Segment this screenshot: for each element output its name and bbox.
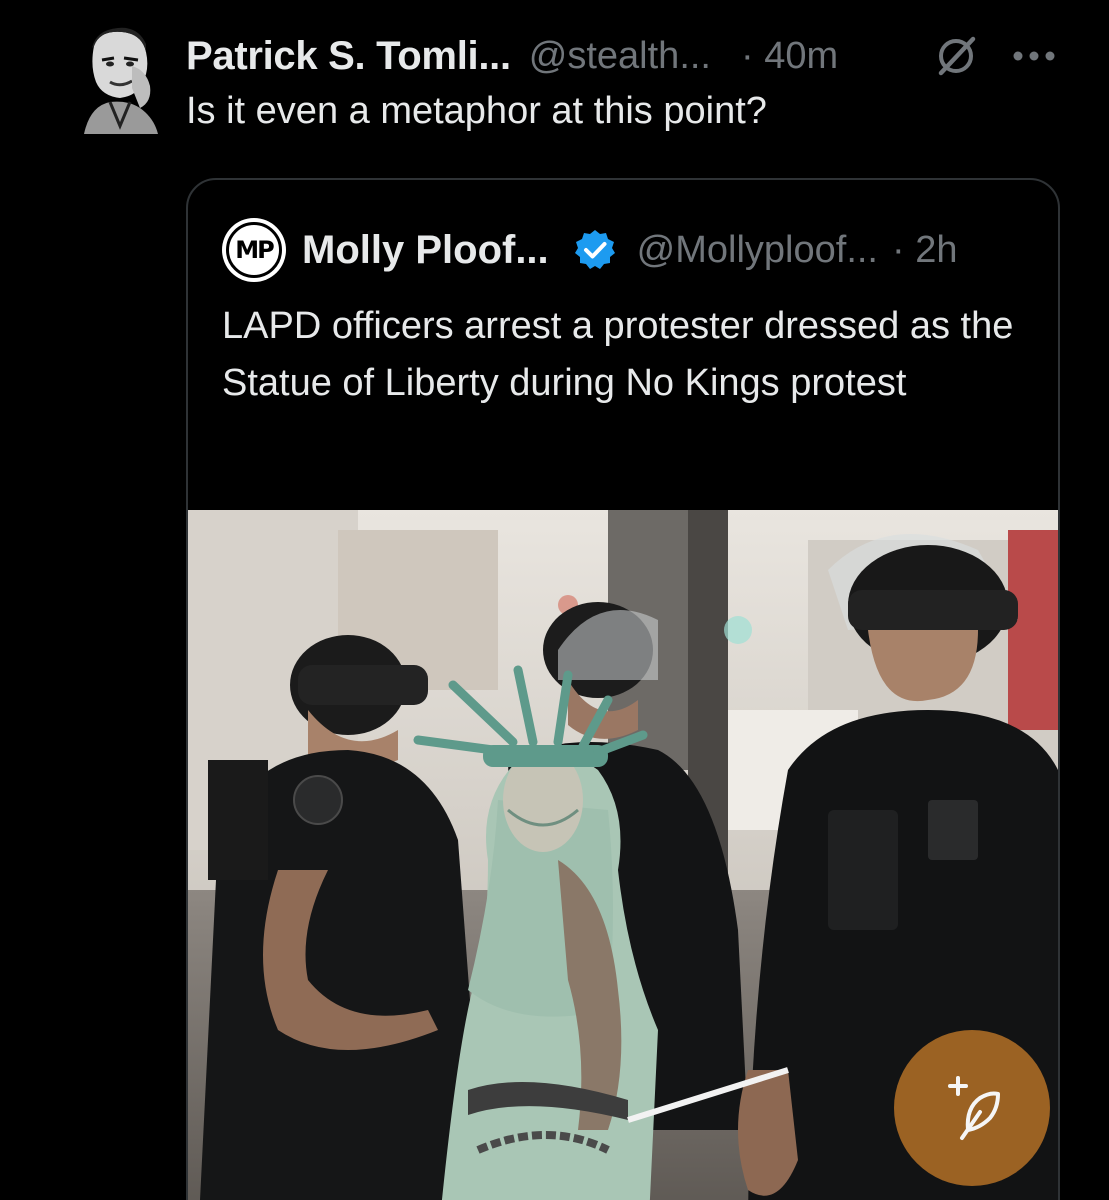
post[interactable]: Patrick S. Tomli... @stealth... · 40m Is…: [0, 0, 1109, 1200]
author-avatar[interactable]: [80, 26, 158, 134]
quoted-avatar-initials: MP: [226, 222, 282, 278]
quoted-author-avatar[interactable]: MP: [222, 218, 286, 282]
author-handle[interactable]: @stealth...: [529, 35, 711, 78]
quoted-author-name[interactable]: Molly Ploof...: [302, 228, 549, 273]
post-header: Patrick S. Tomli... @stealth... · 40m: [186, 26, 838, 86]
quoted-post-text: LAPD officers arrest a protester dressed…: [222, 305, 1014, 404]
verified-badge-icon: [574, 230, 615, 269]
grok-icon[interactable]: [930, 30, 982, 82]
compose-feather-icon: [948, 1076, 1000, 1140]
quoted-author-handle[interactable]: @Mollyploof...: [637, 229, 878, 272]
author-name[interactable]: Patrick S. Tomli...: [186, 34, 511, 79]
post-timestamp[interactable]: · 40m: [741, 35, 838, 78]
more-options-icon[interactable]: [1008, 30, 1060, 82]
quoted-post-timestamp[interactable]: · 2h: [892, 229, 957, 272]
compose-button[interactable]: [894, 1030, 1050, 1186]
post-text: Is it even a metaphor at this point?: [186, 90, 767, 132]
quoted-post-header: MP Molly Ploof... @Mollyploof... · 2h: [222, 218, 957, 282]
